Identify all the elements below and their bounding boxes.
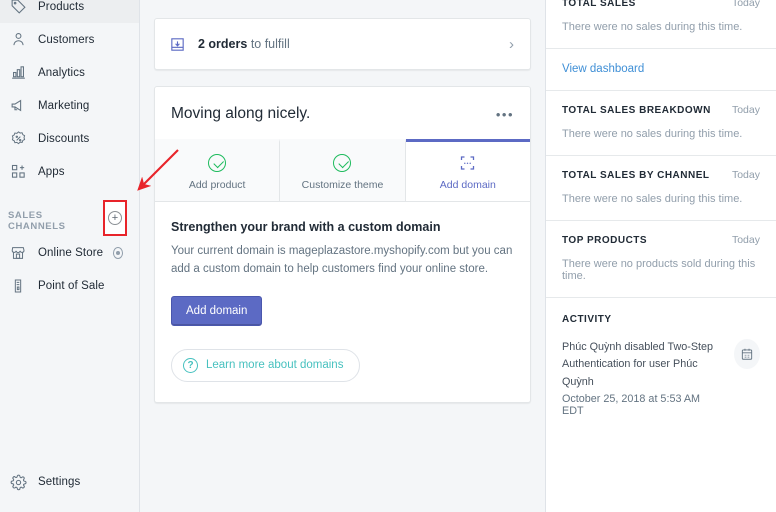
- sidebar-item-label: Customers: [38, 33, 95, 46]
- question-circle-icon: ?: [183, 357, 198, 373]
- check-circle-icon: [208, 154, 227, 172]
- section-title: TOTAL SALES: [562, 0, 636, 9]
- tab-add-product[interactable]: Add product: [155, 139, 281, 201]
- section-total-sales-by-channel: TOTAL SALES BY CHANNEL Today There were …: [546, 156, 776, 221]
- activity-timestamp: October 25, 2018 at 5:53 AM EDT: [562, 393, 701, 418]
- section-title: TOP PRODUCTS: [562, 234, 648, 246]
- more-options-button[interactable]: •••: [496, 105, 514, 121]
- section-empty-state: There were no sales during this time.: [562, 21, 743, 33]
- calendar-note-icon: [734, 339, 760, 369]
- person-icon: [8, 30, 28, 50]
- domain-dotted-icon: [458, 154, 477, 172]
- section-top-products: TOP PRODUCTS Today There were no product…: [546, 221, 776, 298]
- section-header: TOTAL SALES Today: [562, 0, 760, 9]
- tab-label: Add domain: [439, 179, 496, 191]
- section-title: TOTAL SALES BY CHANNEL: [562, 169, 710, 181]
- megaphone-icon: [8, 96, 28, 116]
- sidebar-item-label: Online Store: [38, 246, 104, 259]
- learn-more-label: Learn more about domains: [206, 359, 344, 372]
- sidebar-item-label: Point of Sale: [38, 279, 105, 292]
- panel-heading: Strengthen your brand with a custom doma…: [171, 220, 441, 234]
- sidebar-item-label: Products: [38, 0, 85, 13]
- online-store-settings-icon[interactable]: [113, 246, 123, 259]
- right-insights-panel: TOTAL SALES Today There were no sales du…: [545, 0, 776, 512]
- view-dashboard-row: View dashboard: [546, 49, 776, 91]
- section-empty-state: There were no products sold during this …: [562, 258, 756, 282]
- main-content: 2 orders to fulfill › Moving along nicel…: [140, 0, 545, 512]
- chevron-right-icon[interactable]: ›: [509, 37, 514, 52]
- section-total-sales-breakdown: TOTAL SALES BREAKDOWN Today There were n…: [546, 91, 776, 156]
- highlight-box-add-sales-channel: +: [103, 200, 127, 236]
- fulfillment-inbox-icon: [169, 36, 186, 53]
- section-header: TOTAL SALES BY CHANNEL Today: [562, 156, 760, 181]
- tab-label: Add product: [188, 179, 246, 191]
- tag-icon: [8, 0, 28, 17]
- section-timeframe: Today: [731, 169, 760, 181]
- orders-suffix: to fulfill: [247, 37, 290, 51]
- section-timeframe: Today: [731, 0, 760, 9]
- sidebar-item-marketing[interactable]: Marketing: [0, 89, 139, 122]
- add-domain-panel: Strengthen your brand with a custom doma…: [155, 202, 530, 402]
- check-circle-icon: [333, 154, 352, 172]
- tab-add-domain[interactable]: Add domain: [405, 139, 530, 201]
- section-timeframe: Today: [731, 234, 760, 246]
- onboarding-card: Moving along nicely. ••• Add product Cus…: [154, 86, 531, 403]
- sidebar-item-online-store[interactable]: Online Store: [0, 236, 139, 269]
- sidebar-item-products[interactable]: Products: [0, 0, 139, 23]
- sidebar-item-analytics[interactable]: Analytics: [0, 56, 139, 89]
- sidebar-item-point-of-sale[interactable]: Point of Sale: [0, 269, 139, 302]
- view-dashboard-link[interactable]: View dashboard: [562, 49, 760, 90]
- add-domain-button[interactable]: Add domain: [171, 295, 263, 326]
- tab-customize-theme[interactable]: Customize theme: [280, 139, 406, 201]
- activity-entry-text-group: Phúc Quỳnh disabled Two-Step Authenticat…: [562, 339, 724, 417]
- gear-icon: [8, 472, 28, 492]
- section-title: TOTAL SALES BREAKDOWN: [562, 104, 711, 116]
- activity-title: ACTIVITY: [562, 314, 612, 325]
- sidebar-item-label: Analytics: [38, 66, 85, 79]
- left-sidebar: Products Customers Analytics Marketing D…: [0, 0, 140, 512]
- activity-entry: Phúc Quỳnh disabled Two-Step Authenticat…: [562, 339, 760, 417]
- banner-text: 2 orders to fulfill: [198, 37, 290, 51]
- section-header: TOTAL SALES BREAKDOWN Today: [562, 91, 760, 116]
- onboarding-header: Moving along nicely. •••: [155, 87, 530, 139]
- banner-left-group: 2 orders to fulfill: [169, 36, 290, 53]
- section-timeframe: Today: [731, 104, 760, 116]
- section-activity: ACTIVITY Phúc Quỳnh disabled Two-Step Au…: [546, 298, 776, 417]
- orders-to-fulfill-banner[interactable]: 2 orders to fulfill ›: [154, 18, 531, 70]
- sidebar-item-label: Settings: [38, 476, 81, 488]
- section-empty-state: There were no sales during this time.: [562, 128, 743, 140]
- sidebar-item-customers[interactable]: Customers: [0, 23, 139, 56]
- onboarding-tabs: Add product Customize theme Add domain: [155, 139, 530, 202]
- panel-body-text: Your current domain is mageplazastore.my…: [171, 245, 513, 275]
- sidebar-item-label: Apps: [38, 165, 65, 178]
- sidebar-item-apps[interactable]: Apps: [0, 155, 139, 188]
- apps-grid-plus-icon: [8, 162, 28, 182]
- section-header: TOP PRODUCTS Today: [562, 221, 760, 246]
- shopify-admin-screen: Products Customers Analytics Marketing D…: [0, 0, 776, 512]
- section-total-sales: TOTAL SALES Today There were no sales du…: [546, 0, 776, 49]
- orders-count: 2 orders: [198, 37, 248, 51]
- sales-channels-label: SALES CHANNELS: [8, 210, 66, 232]
- sidebar-item-settings[interactable]: Settings: [0, 466, 140, 498]
- activity-text: Phúc Quỳnh disabled Two-Step Authenticat…: [562, 341, 714, 388]
- tab-label: Customize theme: [301, 179, 384, 191]
- sidebar-item-label: Discounts: [38, 132, 90, 145]
- page-title: Moving along nicely.: [171, 105, 311, 122]
- sidebar-item-label: Marketing: [38, 99, 90, 112]
- bar-chart-icon: [8, 63, 28, 83]
- learn-more-about-domains-button[interactable]: ? Learn more about domains: [171, 348, 361, 382]
- storefront-icon: [8, 243, 28, 263]
- section-empty-state: There were no sales during this time.: [562, 193, 743, 205]
- percent-badge-icon: [8, 129, 28, 149]
- sidebar-item-discounts[interactable]: Discounts: [0, 122, 139, 155]
- pos-device-icon: [8, 276, 28, 296]
- add-sales-channel-button[interactable]: +: [108, 211, 122, 225]
